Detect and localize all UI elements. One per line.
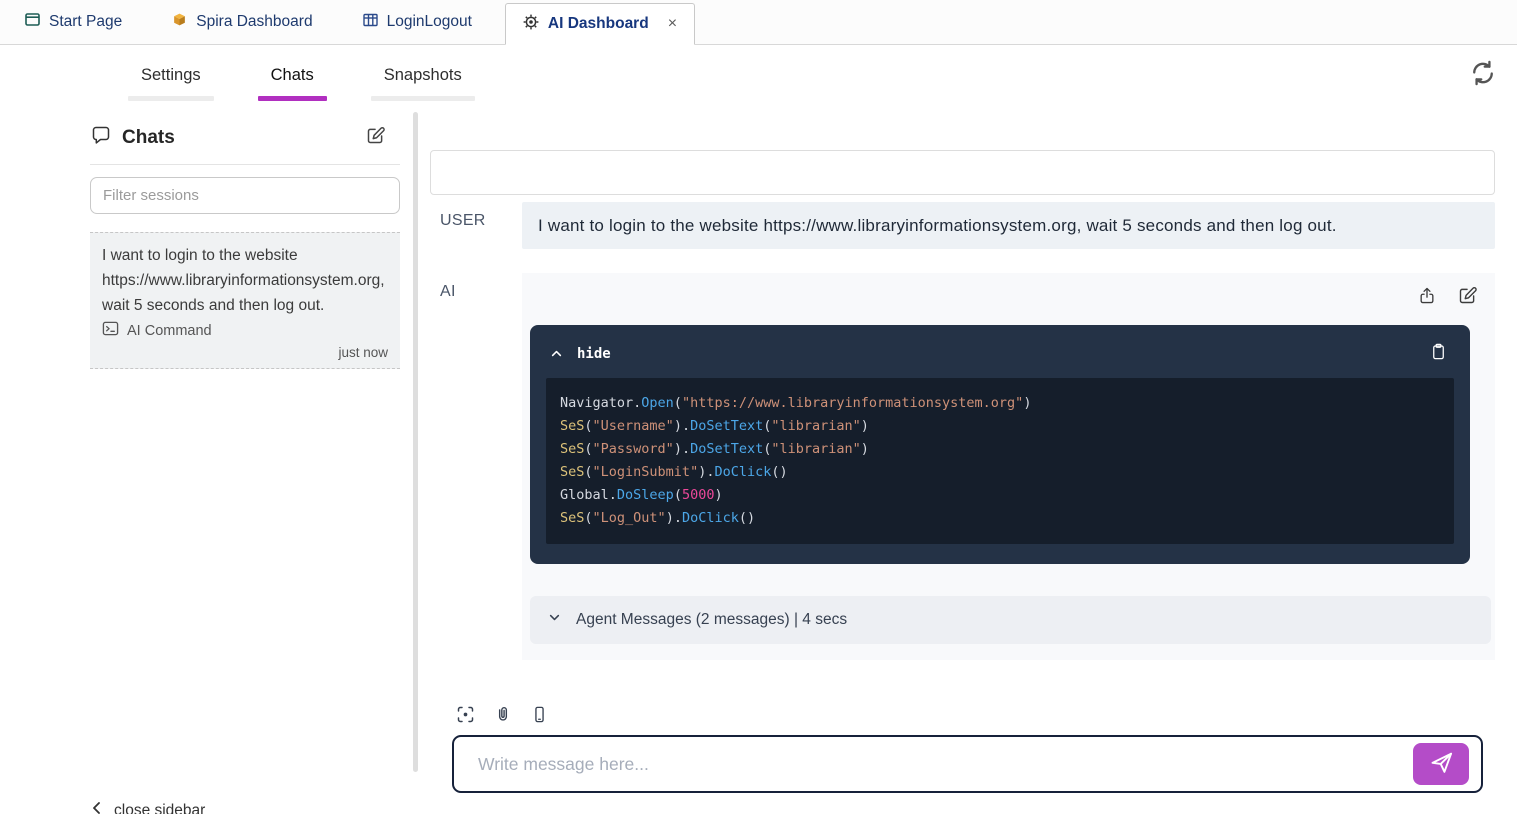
user-role-label: USER xyxy=(430,202,522,249)
collapse-code-button[interactable] xyxy=(548,345,565,362)
session-type-row: AI Command xyxy=(102,320,388,341)
tab-settings-label: Settings xyxy=(141,66,201,85)
code-collapse-label[interactable]: hide xyxy=(577,346,611,362)
agent-messages-toggle[interactable]: Agent Messages (2 messages) | 4 secs xyxy=(530,596,1491,644)
tab-chats-label: Chats xyxy=(271,66,314,85)
spira-cube-icon xyxy=(172,12,187,32)
terminal-icon xyxy=(102,320,119,341)
conversation-panel: USER I want to login to the website http… xyxy=(430,112,1495,793)
tab-snapshots-label: Snapshots xyxy=(384,66,462,85)
copy-code-icon[interactable] xyxy=(1429,341,1448,366)
tab-label: LoginLogout xyxy=(387,13,472,31)
session-type-label: AI Command xyxy=(127,323,212,339)
session-preview-text: I want to login to the website https://w… xyxy=(102,243,388,318)
chevron-down-icon xyxy=(546,609,563,631)
browser-tab-bar: Start Page Spira Dashboard LoginLogout A… xyxy=(0,0,1517,45)
close-sidebar-button[interactable]: close sidebar xyxy=(90,800,205,814)
user-message-row: USER I want to login to the website http… xyxy=(430,202,1495,249)
attachment-icon[interactable] xyxy=(493,704,513,725)
tab-snapshots[interactable]: Snapshots xyxy=(371,45,475,105)
tab-label: Spira Dashboard xyxy=(196,13,312,31)
message-input-wrap xyxy=(452,735,1483,793)
close-tab-icon[interactable]: × xyxy=(668,16,677,32)
filter-sessions-input[interactable] xyxy=(90,177,400,214)
dashboard-nav: Settings Chats Snapshots xyxy=(0,45,1517,105)
new-chat-icon[interactable] xyxy=(365,125,386,151)
send-plane-icon xyxy=(1428,749,1455,779)
tab-loginlogout[interactable]: LoginLogout xyxy=(346,0,489,44)
code-block: Navigator.Open("https://www.libraryinfor… xyxy=(546,378,1454,544)
tab-start-page[interactable]: Start Page xyxy=(8,0,139,44)
refresh-icon[interactable] xyxy=(1469,59,1497,87)
ai-role-label: AI xyxy=(430,273,522,660)
table-icon xyxy=(363,13,378,32)
ai-message-row: AI hide xyxy=(430,273,1495,660)
user-message: I want to login to the website https://w… xyxy=(522,202,1495,249)
message-composer xyxy=(430,704,1495,793)
chat-session-item[interactable]: I want to login to the website https://w… xyxy=(90,232,400,369)
ai-message: hide Navigator.Open("https://www.library… xyxy=(522,273,1495,660)
chats-sidebar: Chats I want to login to the website htt… xyxy=(90,112,400,814)
close-sidebar-label: close sidebar xyxy=(114,802,205,814)
start-page-icon xyxy=(25,13,40,31)
mobile-device-icon[interactable] xyxy=(530,704,549,725)
code-card-header: hide xyxy=(546,335,1454,378)
ai-message-tools xyxy=(522,277,1495,311)
tab-spira-dashboard[interactable]: Spira Dashboard xyxy=(155,0,329,44)
share-icon[interactable] xyxy=(1417,285,1437,311)
app-window: Start Page Spira Dashboard LoginLogout A… xyxy=(0,0,1517,814)
send-button[interactable] xyxy=(1413,743,1469,785)
conversation-toolbar xyxy=(430,150,1495,195)
agent-messages-label: Agent Messages (2 messages) | 4 secs xyxy=(576,611,847,629)
sidebar-title: Chats xyxy=(122,127,175,149)
code-card: hide Navigator.Open("https://www.library… xyxy=(530,325,1470,564)
tab-label: Start Page xyxy=(49,13,122,31)
tab-settings[interactable]: Settings xyxy=(128,45,214,105)
session-timestamp: just now xyxy=(102,345,388,360)
sidebar-header: Chats xyxy=(90,112,400,165)
sidebar-resize-handle[interactable] xyxy=(413,112,418,772)
message-input[interactable] xyxy=(452,735,1483,793)
tab-chats[interactable]: Chats xyxy=(258,45,327,105)
ai-gear-icon xyxy=(523,14,539,35)
chat-bubble-icon xyxy=(90,124,112,151)
edit-message-icon[interactable] xyxy=(1457,285,1478,311)
screenshot-capture-icon[interactable] xyxy=(455,704,476,725)
tab-label: AI Dashboard xyxy=(548,15,649,33)
composer-toolbar xyxy=(430,704,1495,725)
tab-ai-dashboard[interactable]: AI Dashboard × xyxy=(505,3,695,45)
chevron-left-icon xyxy=(90,800,104,814)
